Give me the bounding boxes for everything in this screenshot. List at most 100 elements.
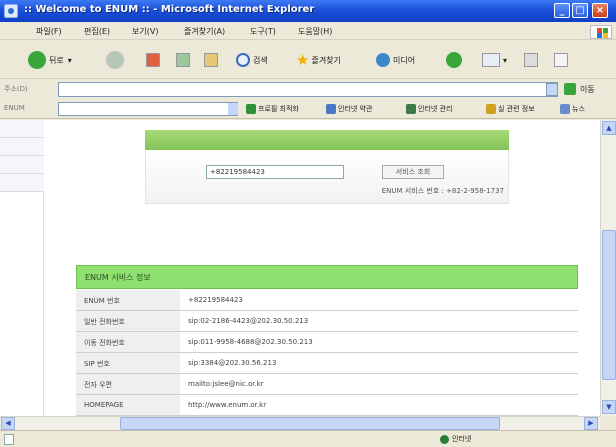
link-manage[interactable]: 인터넷 관리 xyxy=(406,104,452,114)
left-frame-cell xyxy=(0,174,44,192)
links-bar-label: ENUM xyxy=(4,104,25,112)
page-done-icon xyxy=(4,434,14,445)
go-button[interactable]: 이동 xyxy=(580,84,595,95)
enum-number-input[interactable]: +82219584423 xyxy=(206,165,344,179)
scroll-up-icon[interactable]: ▲ xyxy=(602,121,616,135)
menu-view[interactable]: 보기(V) xyxy=(132,26,158,37)
standard-toolbar: 뒤로 ▾ 검색 ★ 즐겨찾기 미디어 ▾ xyxy=(0,41,616,79)
status-bar: 인터넷 xyxy=(0,430,616,447)
horizontal-scroll-thumb[interactable] xyxy=(120,417,500,430)
info-value: +82219584423 xyxy=(188,296,243,304)
link-news-label: 뉴스 xyxy=(572,105,585,113)
favorites-button[interactable]: ★ 즐겨찾기 xyxy=(296,50,341,70)
horizontal-scrollbar[interactable]: ◀ ▶ xyxy=(0,416,600,430)
history-icon xyxy=(446,52,462,68)
home-icon xyxy=(204,53,218,67)
maximize-button[interactable]: □ xyxy=(572,3,588,18)
window-title: :: Welcome to ENUM :: - Microsoft Intern… xyxy=(24,4,315,15)
back-button[interactable]: 뒤로 ▾ xyxy=(28,50,72,70)
media-button[interactable]: 미디어 xyxy=(376,50,415,70)
link-terms[interactable]: 인터넷 약관 xyxy=(326,104,372,114)
print-button[interactable] xyxy=(524,50,541,70)
link-terms-icon xyxy=(326,104,336,114)
info-key: 이동 전화번호 xyxy=(76,332,180,352)
mail-icon xyxy=(482,53,500,67)
edit-page-icon xyxy=(554,53,568,67)
homepage-link[interactable]: http://www.enum.or.kr xyxy=(188,401,266,409)
refresh-button[interactable] xyxy=(176,50,193,70)
ie-app-icon[interactable] xyxy=(4,4,18,18)
zone-label: 인터넷 xyxy=(452,435,472,443)
links-bar: ENUM 프로필 최적화 인터넷 약관 인터넷 관리 실 관련 정보 뉴스 xyxy=(0,99,616,119)
left-frame-cell xyxy=(0,156,44,174)
service-number-text: ENUM 서비스 번호 : +82-2-958-1737 xyxy=(381,187,504,195)
menu-help[interactable]: 도움말(H) xyxy=(298,26,332,37)
table-row: 이동 전화번호 sip:011-9958-4688@202.30.50.213 xyxy=(76,332,578,353)
page-viewport: +82219584423 서비스 조회 ENUM 서비스 번호 : +82-2-… xyxy=(0,120,600,416)
menu-edit[interactable]: 편집(E) xyxy=(84,26,110,37)
media-label: 미디어 xyxy=(393,55,416,65)
info-value: sip:3384@202.30.56.213 xyxy=(188,359,277,367)
minimize-button[interactable]: _ xyxy=(554,3,570,18)
link-info[interactable]: 실 관련 정보 xyxy=(486,104,535,114)
info-section-title: ENUM 서비스 정보 xyxy=(76,265,578,289)
left-frame xyxy=(0,120,44,416)
vertical-scroll-thumb[interactable] xyxy=(602,230,616,380)
menu-file[interactable]: 파일(F) xyxy=(36,26,62,37)
info-key: 전자 우편 xyxy=(76,374,180,394)
table-row: HOMEPAGE http://www.enum.or.kr xyxy=(76,395,578,416)
menu-tools[interactable]: 도구(T) xyxy=(250,26,276,37)
link-profile-label: 프로필 최적화 xyxy=(258,105,299,113)
link-news[interactable]: 뉴스 xyxy=(560,104,585,114)
info-value: sip:02-2186-4423@202.30.50.213 xyxy=(188,317,309,325)
title-bar[interactable]: :: Welcome to ENUM :: - Microsoft Intern… xyxy=(0,0,616,22)
table-row: 일반 전화번호 sip:02-2186-4423@202.30.50.213 xyxy=(76,311,578,332)
address-input[interactable] xyxy=(58,82,558,97)
info-key: ENUM 번호 xyxy=(76,290,180,310)
link-manage-label: 인터넷 관리 xyxy=(418,105,453,113)
search-button[interactable]: 검색 xyxy=(236,50,268,70)
close-button[interactable]: × xyxy=(592,3,608,18)
forward-arrow-icon xyxy=(106,51,124,69)
table-row: SIP 번호 sip:3384@202.30.56.213 xyxy=(76,353,578,374)
address-bar: 주소(D) 이동 xyxy=(0,80,616,98)
scroll-right-icon[interactable]: ▶ xyxy=(584,417,598,430)
media-icon xyxy=(376,53,390,67)
security-zone[interactable]: 인터넷 xyxy=(440,434,471,444)
address-dropdown-icon[interactable] xyxy=(546,83,558,96)
back-dropdown-icon[interactable]: ▾ xyxy=(68,56,72,65)
link-terms-label: 인터넷 약관 xyxy=(338,105,373,113)
menu-favorites[interactable]: 즐겨찾기(A) xyxy=(184,26,225,37)
scroll-down-icon[interactable]: ▼ xyxy=(602,400,616,414)
forward-button[interactable] xyxy=(106,50,127,70)
table-row: 전자 우편 mailto:jslee@nic.or.kr xyxy=(76,374,578,395)
address-label: 주소(D) xyxy=(4,85,28,93)
scroll-left-icon[interactable]: ◀ xyxy=(1,417,15,430)
links-combo[interactable] xyxy=(58,102,238,116)
back-arrow-icon xyxy=(28,51,46,69)
info-key: SIP 번호 xyxy=(76,353,180,373)
link-manage-icon xyxy=(406,104,416,114)
home-button[interactable] xyxy=(204,50,221,70)
link-profile[interactable]: 프로필 최적화 xyxy=(246,104,299,114)
link-news-icon xyxy=(560,104,570,114)
vertical-scrollbar[interactable]: ▲ ▼ xyxy=(600,120,616,416)
left-frame-cell xyxy=(0,120,44,138)
go-arrow-icon[interactable] xyxy=(564,83,576,95)
search-header-band xyxy=(145,130,509,150)
service-lookup-button[interactable]: 서비스 조회 xyxy=(382,165,444,179)
favorites-label: 즐겨찾기 xyxy=(311,55,341,65)
email-link[interactable]: mailto:jslee@nic.or.kr xyxy=(188,380,264,388)
info-key: HOMEPAGE xyxy=(76,395,180,415)
history-button[interactable] xyxy=(446,50,465,70)
internet-zone-icon xyxy=(440,434,449,444)
mail-button[interactable]: ▾ xyxy=(482,50,507,70)
stop-button[interactable] xyxy=(146,50,163,70)
links-combo-dropdown-icon[interactable] xyxy=(228,103,238,115)
edit-button[interactable] xyxy=(554,50,571,70)
stop-icon xyxy=(146,53,160,67)
enum-search-panel: +82219584423 서비스 조회 ENUM 서비스 번호 : +82-2-… xyxy=(145,150,509,204)
print-icon xyxy=(524,53,538,67)
search-label: 검색 xyxy=(253,55,268,65)
refresh-icon xyxy=(176,53,190,67)
